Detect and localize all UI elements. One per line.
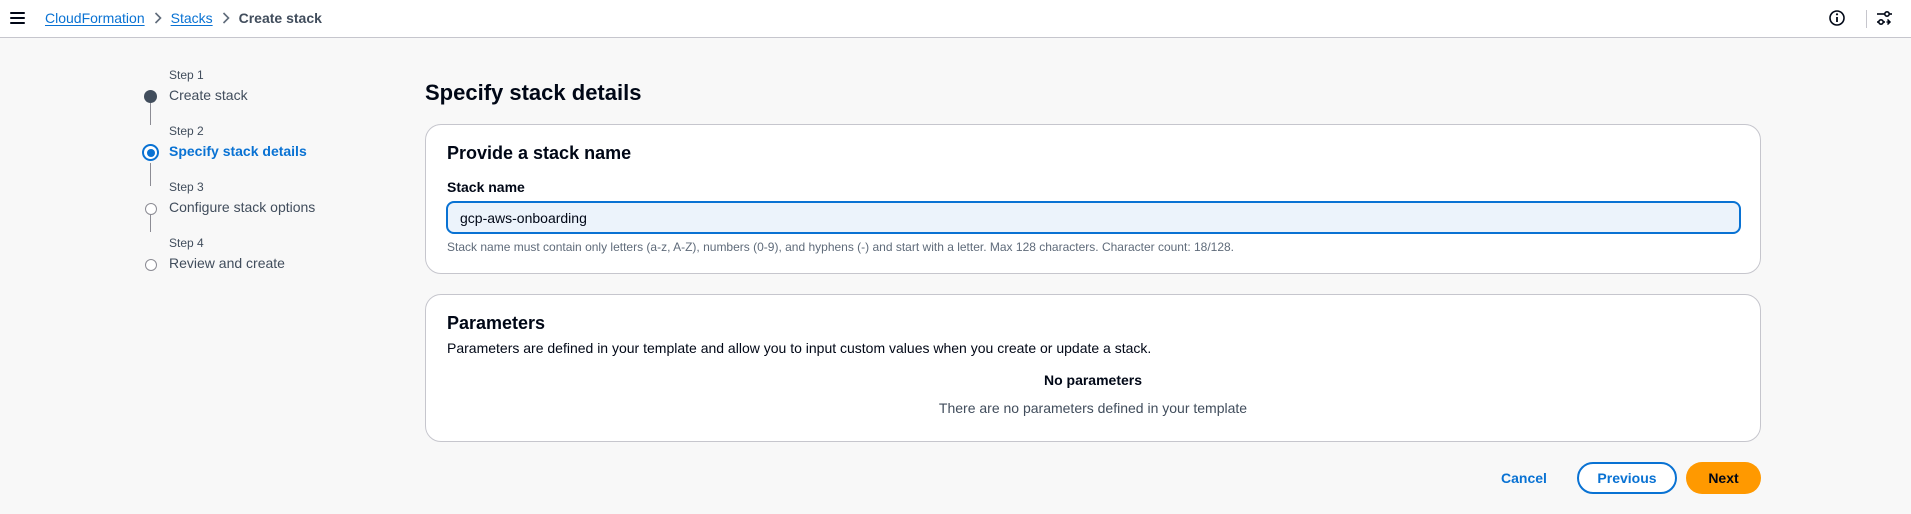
empty-state-title: No parameters [1043, 372, 1143, 388]
stack-name-label: Stack name [447, 179, 525, 195]
step-upcoming-icon [144, 202, 157, 215]
step-4: Step 4 Review and create [140, 236, 380, 276]
panel-heading: Parameters [447, 313, 546, 333]
stack-name-constraint-text: Stack name must contain only letters (a-… [447, 240, 1235, 254]
step-title: Create stack [169, 87, 248, 103]
next-button[interactable]: Next [1686, 462, 1761, 494]
breadcrumb: CloudFormation Stacks Create stack [45, 0, 322, 36]
step-completed-icon [144, 90, 157, 103]
stack-name-panel: Provide a stack name Stack name Stack na… [425, 124, 1761, 274]
step-title: Configure stack options [169, 199, 316, 215]
page-title: Specify stack details [425, 80, 642, 105]
chevron-right-icon [145, 11, 171, 25]
hamburger-menu-icon[interactable] [10, 10, 26, 26]
breadcrumb-stacks-link[interactable]: Stacks [171, 10, 213, 26]
step-number: Step 1 [169, 68, 204, 82]
step-3: Step 3 Configure stack options [140, 180, 380, 220]
info-icon[interactable] [1828, 9, 1846, 27]
breadcrumb-current: Create stack [238, 10, 322, 26]
wizard-stepper: Step 1 Create stack Step 2 Specify stack… [140, 68, 380, 278]
parameters-panel: Parameters Parameters are defined in you… [425, 294, 1761, 442]
step-1[interactable]: Step 1 Create stack [140, 68, 380, 108]
step-upcoming-icon [144, 258, 157, 271]
top-navigation-bar: CloudFormation Stacks Create stack [0, 0, 1911, 38]
cancel-button[interactable]: Cancel [1484, 464, 1564, 492]
step-number: Step 3 [169, 180, 204, 194]
settings-sliders-icon[interactable] [1875, 9, 1894, 28]
chevron-right-icon [213, 11, 239, 25]
previous-button[interactable]: Previous [1577, 462, 1677, 494]
step-number: Step 4 [169, 236, 204, 250]
step-number: Step 2 [169, 124, 204, 138]
step-current-icon [142, 144, 159, 161]
panel-heading: Provide a stack name [447, 143, 632, 163]
parameters-description: Parameters are defined in your template … [447, 340, 1152, 356]
stack-name-input[interactable] [446, 201, 1741, 234]
toolbar-divider [1866, 10, 1867, 28]
step-2: Step 2 Specify stack details [140, 124, 380, 164]
step-title: Review and create [169, 255, 285, 271]
empty-state-text: There are no parameters defined in your … [938, 400, 1248, 416]
breadcrumb-cloudformation-link[interactable]: CloudFormation [45, 10, 145, 26]
step-title: Specify stack details [169, 143, 307, 159]
